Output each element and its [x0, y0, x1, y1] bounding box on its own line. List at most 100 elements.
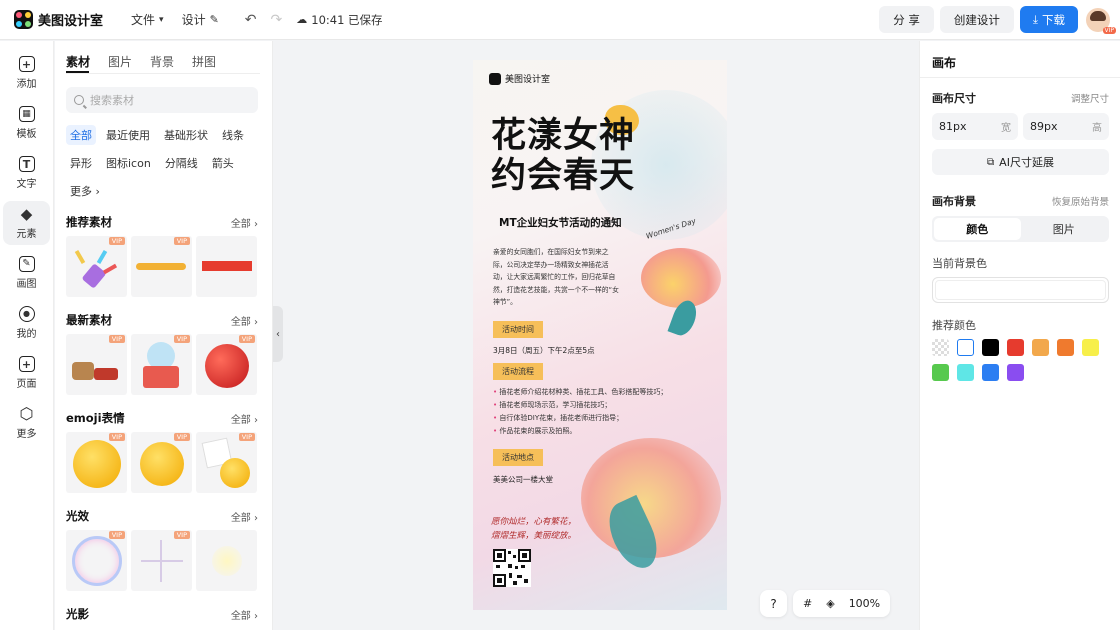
handwriting-line: 愿你灿烂，心有繁花， — [491, 517, 577, 527]
apple-thumb[interactable]: VIP — [196, 334, 257, 395]
app-logo[interactable]: 美图设计室 — [14, 10, 103, 29]
swatch-black[interactable] — [982, 339, 999, 356]
checklist-emoji-thumb[interactable]: VIP — [196, 432, 257, 493]
flow-list: 插花老师介绍花材种类、插花工具、色彩搭配等技巧； 插花老师现场示范，学习插花技巧… — [493, 386, 667, 438]
resize-link[interactable]: 调整尺寸 — [1071, 91, 1109, 105]
yellow-brush-stroke-thumb[interactable]: VIP — [131, 236, 192, 297]
user-icon: ● — [18, 306, 35, 322]
flow-item: 自行体验DIY花束，插花老师进行指导； — [493, 412, 667, 425]
undo-icon[interactable]: ↶ — [245, 12, 257, 28]
help-button[interactable]: ? — [760, 590, 787, 617]
canvas-size-label: 画布尺寸 — [932, 92, 976, 105]
chip-dividers[interactable]: 分隔线 — [161, 153, 202, 173]
download-button[interactable]: ⤓ 下载 — [1019, 6, 1078, 33]
nav-item-more[interactable]: ⬡ 更多 — [3, 401, 50, 445]
chip-icons[interactable]: 图标icon — [102, 153, 155, 173]
tab-backgrounds[interactable]: 背景 — [150, 53, 174, 70]
chip-lines[interactable]: 线条 — [218, 125, 248, 145]
glow-thumb[interactable] — [196, 530, 257, 591]
current-color-field[interactable] — [932, 277, 1109, 303]
layers-icon[interactable]: ◈ — [826, 597, 834, 610]
chip-irregular[interactable]: 异形 — [66, 153, 96, 173]
nav-item-draw[interactable]: ✎ 画图 — [3, 251, 50, 295]
current-color-row: 当前背景色 — [932, 255, 1109, 271]
swatch-orange[interactable] — [1057, 339, 1074, 356]
collapse-panel-button[interactable]: ‹ — [273, 306, 283, 362]
design-menu[interactable]: 设计 ✎ — [176, 7, 225, 32]
tab-images[interactable]: 图片 — [108, 53, 132, 70]
width-field[interactable]: 81px 宽 — [932, 113, 1018, 140]
grid-icon[interactable]: # — [803, 597, 812, 610]
avatar[interactable]: VIP — [1086, 7, 1116, 34]
see-all-link[interactable]: 全部 › — [231, 313, 258, 328]
thumb-row: VIP VIP VIP — [66, 334, 257, 395]
design-canvas[interactable]: 美图设计室 花漾女神 约会春天 MT企业妇女节活动的通知 Women's Day… — [473, 60, 727, 610]
chip-all[interactable]: 全部 — [66, 125, 96, 145]
shocked-emoji-thumb[interactable]: VIP — [66, 432, 127, 493]
section-emoji: emoji表情 全部 › — [66, 410, 258, 426]
chip-more[interactable]: 更多 › — [66, 181, 104, 201]
swatch-cyan[interactable] — [957, 364, 974, 381]
decor-flower-top — [641, 248, 721, 308]
history-controls: ↶ ↷ — [245, 12, 282, 28]
see-all-link[interactable]: 全部 › — [231, 411, 258, 426]
thumb-row: VIP VIP VIP — [66, 432, 257, 493]
chip-arrows[interactable]: 箭头 — [208, 153, 238, 173]
sleigh-thumb[interactable]: VIP — [66, 334, 127, 395]
properties-panel: 画布 画布尺寸 调整尺寸 81px 宽 89px 高 ⧉ AI尺寸延展 画布背景… — [919, 41, 1120, 630]
vip-badge: VIP — [173, 531, 190, 539]
nav-item-text[interactable]: T 文字 — [3, 151, 50, 195]
shapes-icon: ◆ — [20, 204, 33, 223]
zoom-controls: # ◈ 100% — [793, 590, 891, 617]
flow-item: 作品花束的展示及拍照。 — [493, 425, 667, 438]
section-latest: 最新素材 全部 › — [66, 312, 258, 328]
search-placeholder: 搜索素材 — [90, 94, 134, 107]
nav-item-page[interactable]: + 页面 — [3, 351, 50, 395]
tab-collage[interactable]: 拼图 — [192, 53, 216, 70]
sparkle-thumb[interactable]: VIP — [131, 530, 192, 591]
nav-item-elements[interactable]: ◆ 元素 — [3, 201, 50, 245]
poster-title-line: 约会春天 — [491, 155, 636, 196]
swatch-light-orange[interactable] — [1032, 339, 1049, 356]
red-bar-thumb[interactable] — [196, 236, 257, 297]
swatch-transparent[interactable] — [932, 339, 949, 356]
panel-title: 画布 — [932, 56, 957, 70]
tab-materials[interactable]: 素材 — [66, 53, 90, 70]
restore-bg-link[interactable]: 恢复原始背景 — [1052, 194, 1109, 208]
share-button[interactable]: 分 享 — [879, 6, 934, 33]
thinking-emoji-thumb[interactable]: VIP — [131, 432, 192, 493]
edit-icon: ✎ — [209, 13, 219, 26]
height-field[interactable]: 89px 高 — [1023, 113, 1109, 140]
ai-resize-button[interactable]: ⧉ AI尺寸延展 — [932, 149, 1109, 175]
canvas-size-row: 画布尺寸 调整尺寸 — [932, 90, 1109, 106]
nav-item-mine[interactable]: ● 我的 — [3, 301, 50, 345]
party-popper-thumb[interactable]: VIP — [66, 236, 127, 297]
nav-label: 页面 — [16, 379, 37, 390]
bubble-thumb[interactable]: VIP — [66, 530, 127, 591]
nav-item-add[interactable]: + 添加 — [3, 51, 50, 95]
divider — [66, 73, 260, 74]
see-all-link[interactable]: 全部 › — [231, 509, 258, 524]
segment-image[interactable]: 图片 — [1021, 218, 1108, 240]
see-all-link[interactable]: 全部 › — [231, 607, 258, 622]
swatch-blue[interactable] — [982, 364, 999, 381]
swatch-white[interactable] — [957, 339, 974, 356]
chip-recent[interactable]: 最近使用 — [102, 125, 154, 145]
search-input[interactable]: 搜索素材 — [66, 87, 258, 113]
create-design-button[interactable]: 创建设计 — [939, 6, 1014, 33]
redo-icon[interactable]: ↷ — [271, 12, 283, 28]
snow-globe-gift-thumb[interactable]: VIP — [131, 334, 192, 395]
swatch-purple[interactable] — [1007, 364, 1024, 381]
zoom-level[interactable]: 100% — [849, 597, 880, 610]
nav-item-template[interactable]: ▦ 模板 — [3, 101, 50, 145]
file-menu[interactable]: 文件 ▾ — [125, 7, 170, 32]
swatch-yellow[interactable] — [1082, 339, 1099, 356]
swatch-red[interactable] — [1007, 339, 1024, 356]
swatch-green[interactable] — [932, 364, 949, 381]
chip-basic-shapes[interactable]: 基础形状 — [160, 125, 212, 145]
see-all-link[interactable]: 全部 › — [231, 215, 258, 230]
cube-icon: ⬡ — [19, 404, 34, 423]
segment-color[interactable]: 颜色 — [934, 218, 1021, 240]
chevron-down-icon: ▾ — [159, 14, 164, 25]
section-title: emoji表情 — [66, 411, 125, 425]
